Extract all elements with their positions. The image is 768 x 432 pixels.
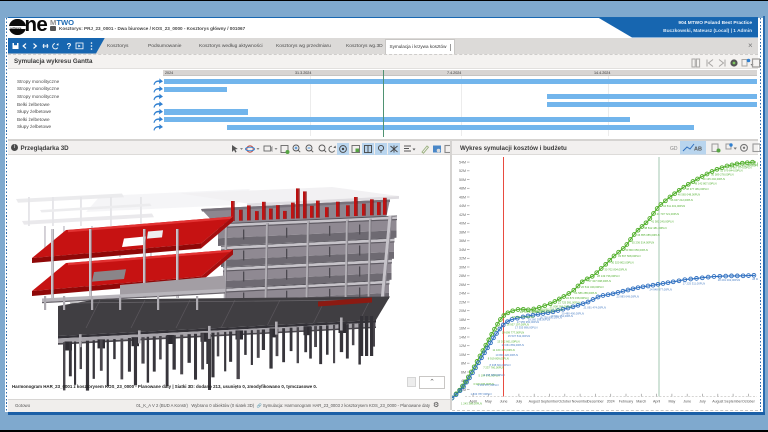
- svg-text:40M: 40M: [459, 222, 466, 226]
- svg-text:GD: GD: [670, 146, 678, 152]
- svg-text:28 149 736,00PLN: 28 149 736,00PLN: [597, 274, 619, 278]
- svg-text:1 833 787,00PLN: 1 833 787,00PLN: [471, 392, 492, 396]
- svg-text:30 702 804,00PLN: 30 702 804,00PLN: [604, 267, 626, 271]
- svg-text:48 142 807,00PLN: 48 142 807,00PLN: [694, 182, 716, 186]
- svg-text:30 520 802,00PLN: 30 520 802,00PLN: [611, 261, 633, 265]
- svg-text:2024: 2024: [607, 400, 615, 404]
- svg-text:38 812 481,00PLN: 38 812 481,00PLN: [644, 226, 666, 230]
- svg-text:30M: 30M: [459, 265, 466, 269]
- svg-text:AB: AB: [694, 147, 702, 153]
- svg-text:50M: 50M: [459, 178, 466, 182]
- svg-text:34M: 34M: [459, 248, 466, 252]
- svg-text:13 061 869,00PLN: 13 061 869,00PLN: [502, 343, 524, 347]
- svg-text:12M: 12M: [459, 344, 466, 348]
- svg-text:April: April: [653, 400, 660, 404]
- svg-text:23 983 649,00PLN: 23 983 649,00PLN: [617, 295, 639, 299]
- svg-text:October: October: [558, 400, 572, 404]
- svg-text:15 537 542,00PLN: 15 537 542,00PLN: [508, 334, 530, 338]
- svg-text:33 567 508,00PLN: 33 567 508,00PLN: [618, 254, 640, 258]
- svg-text:46 047 212,00PLN: 46 047 212,00PLN: [670, 198, 692, 202]
- svg-text:10M: 10M: [459, 353, 466, 357]
- svg-text:48M: 48M: [459, 187, 466, 191]
- svg-text:21 808 284,00PLN: 21 808 284,00PLN: [550, 304, 572, 308]
- svg-text:44M: 44M: [459, 204, 466, 208]
- svg-text:50 589 278,00PLN: 50 589 278,00PLN: [711, 173, 733, 177]
- svg-text:41 581 240,00PLN: 41 581 240,00PLN: [651, 219, 673, 223]
- svg-text:17 355 896,00PLN: 17 355 896,00PLN: [515, 325, 537, 329]
- svg-text:24 586 285,00PLN: 24 586 285,00PLN: [574, 291, 596, 295]
- svg-text:42M: 42M: [459, 213, 466, 217]
- svg-text:33 800 656,00PLN: 33 800 656,00PLN: [625, 248, 647, 252]
- svg-text:August: August: [712, 400, 723, 404]
- svg-text:28 291 002,00PLN: 28 291 002,00PLN: [718, 278, 740, 282]
- svg-text:46M: 46M: [459, 195, 466, 199]
- svg-text:52M: 52M: [459, 169, 466, 173]
- svg-text:11 160 495,00PLN: 11 160 495,00PLN: [493, 348, 515, 352]
- svg-text:20M: 20M: [459, 309, 466, 313]
- svg-text:September: September: [724, 400, 742, 404]
- svg-text:49 135 202,00PLN: 49 135 202,00PLN: [703, 177, 725, 181]
- svg-text:28 189 137,00PLN: 28 189 137,00PLN: [752, 277, 758, 281]
- svg-text:22 870 158,00PLN: 22 870 158,00PLN: [566, 296, 588, 300]
- svg-text:June: June: [683, 400, 691, 404]
- svg-text:20 480 400,00PLN: 20 480 400,00PLN: [562, 311, 584, 315]
- svg-text:38M: 38M: [459, 230, 466, 234]
- svg-text:32M: 32M: [459, 257, 466, 261]
- svg-text:27 225 311,00PLN: 27 225 311,00PLN: [683, 282, 705, 286]
- svg-text:8 338 604,00PLN: 8 338 604,00PLN: [490, 363, 511, 367]
- svg-text:May: May: [485, 400, 492, 404]
- svg-text:October: October: [742, 400, 756, 404]
- svg-text:August: August: [529, 400, 540, 404]
- svg-text:September: September: [541, 400, 559, 404]
- svg-text:14M: 14M: [459, 335, 466, 339]
- svg-text:27 307 698,00PLN: 27 307 698,00PLN: [589, 279, 611, 283]
- svg-text:35 236 514,00PLN: 35 236 514,00PLN: [632, 240, 654, 244]
- svg-text:8 919 809,00PLN: 8 919 809,00PLN: [488, 357, 509, 361]
- svg-text:41 707 721,00PLN: 41 707 721,00PLN: [657, 212, 679, 216]
- svg-text:March: March: [636, 400, 646, 404]
- svg-text:24M: 24M: [459, 292, 466, 296]
- svg-text:June: June: [500, 400, 508, 404]
- svg-text:?: ?: [67, 42, 72, 51]
- svg-text:54M: 54M: [459, 160, 466, 164]
- svg-text:28M: 28M: [459, 274, 466, 278]
- svg-text:1 243 386,00PLN: 1 243 386,00PLN: [461, 402, 482, 406]
- svg-text:10 803 420,00PLN: 10 803 420,00PLN: [496, 353, 518, 357]
- svg-text:53 842 540,00PLN: 53 842 540,00PLN: [757, 162, 758, 166]
- svg-text:46 565 048,00PLN: 46 565 048,00PLN: [678, 193, 700, 197]
- svg-text:July: July: [516, 400, 523, 404]
- svg-text:July: July: [699, 400, 706, 404]
- svg-text:6M: 6M: [461, 370, 466, 374]
- svg-text:44 511 401,00PLN: 44 511 401,00PLN: [663, 204, 685, 208]
- svg-text:26 542 349,00PLN: 26 542 349,00PLN: [581, 285, 603, 289]
- svg-text:13 012 661,00PLN: 13 012 661,00PLN: [497, 339, 519, 343]
- svg-text:26M: 26M: [459, 283, 466, 287]
- svg-text:36 855 085,00PLN: 36 855 085,00PLN: [637, 233, 659, 237]
- svg-text:48 377 384,00PLN: 48 377 384,00PLN: [686, 187, 708, 191]
- svg-text:4 060 877,00PLN: 4 060 877,00PLN: [478, 383, 499, 387]
- svg-text:21 091 474,00PLN: 21 091 474,00PLN: [584, 305, 606, 309]
- svg-text:8M: 8M: [461, 362, 466, 366]
- svg-text:6 255 683,00PLN: 6 255 683,00PLN: [484, 373, 505, 377]
- svg-text:December: December: [587, 400, 604, 404]
- svg-text:36M: 36M: [459, 239, 466, 243]
- svg-text:18M: 18M: [459, 318, 466, 322]
- svg-text:21 725 591,00PLN: 21 725 591,00PLN: [558, 301, 580, 305]
- svg-text:May: May: [669, 400, 676, 404]
- svg-text:February: February: [619, 400, 634, 404]
- svg-text:24 948 077,00PLN: 24 948 077,00PLN: [650, 287, 672, 291]
- svg-text:22M: 22M: [459, 300, 466, 304]
- svg-text:16M: 16M: [459, 327, 466, 331]
